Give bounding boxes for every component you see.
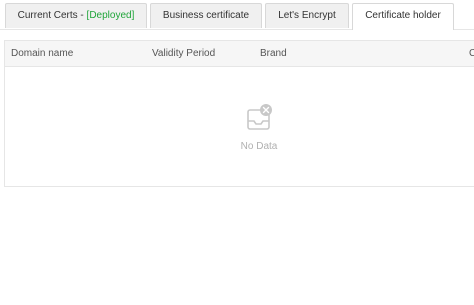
column-header-domain-name[interactable]: Domain name <box>11 41 73 66</box>
tab-business-certificate[interactable]: Business certificate <box>150 3 262 28</box>
certificate-table: Domain name Validity Period Brand C No D… <box>4 40 474 187</box>
table-header: Domain name Validity Period Brand C <box>5 41 474 67</box>
tab-certificate-holder[interactable]: Certificate holder <box>352 3 454 30</box>
empty-inbox-icon <box>247 104 272 130</box>
tab-current-certs[interactable]: Current Certs - [Deployed] <box>5 3 147 28</box>
certificate-manager: Current Certs - [Deployed] Business cert… <box>0 0 474 305</box>
deployed-status: [Deployed] <box>86 10 135 21</box>
tab-business-certificate-label: Business certificate <box>162 10 250 21</box>
column-header-brand[interactable]: Brand <box>260 41 287 66</box>
empty-state: No Data <box>5 103 474 152</box>
tab-current-certs-label: Current Certs - <box>17 10 87 21</box>
tab-bar: Current Certs - [Deployed] Business cert… <box>0 0 474 30</box>
tab-certificate-holder-label: Certificate holder <box>365 10 441 21</box>
column-header-validity-period[interactable]: Validity Period <box>152 41 215 66</box>
no-data-text: No Data <box>240 141 278 152</box>
tab-lets-encrypt-label: Let's Encrypt <box>278 10 336 21</box>
tab-lets-encrypt[interactable]: Let's Encrypt <box>265 3 349 28</box>
column-header-truncated[interactable]: C <box>469 41 474 66</box>
